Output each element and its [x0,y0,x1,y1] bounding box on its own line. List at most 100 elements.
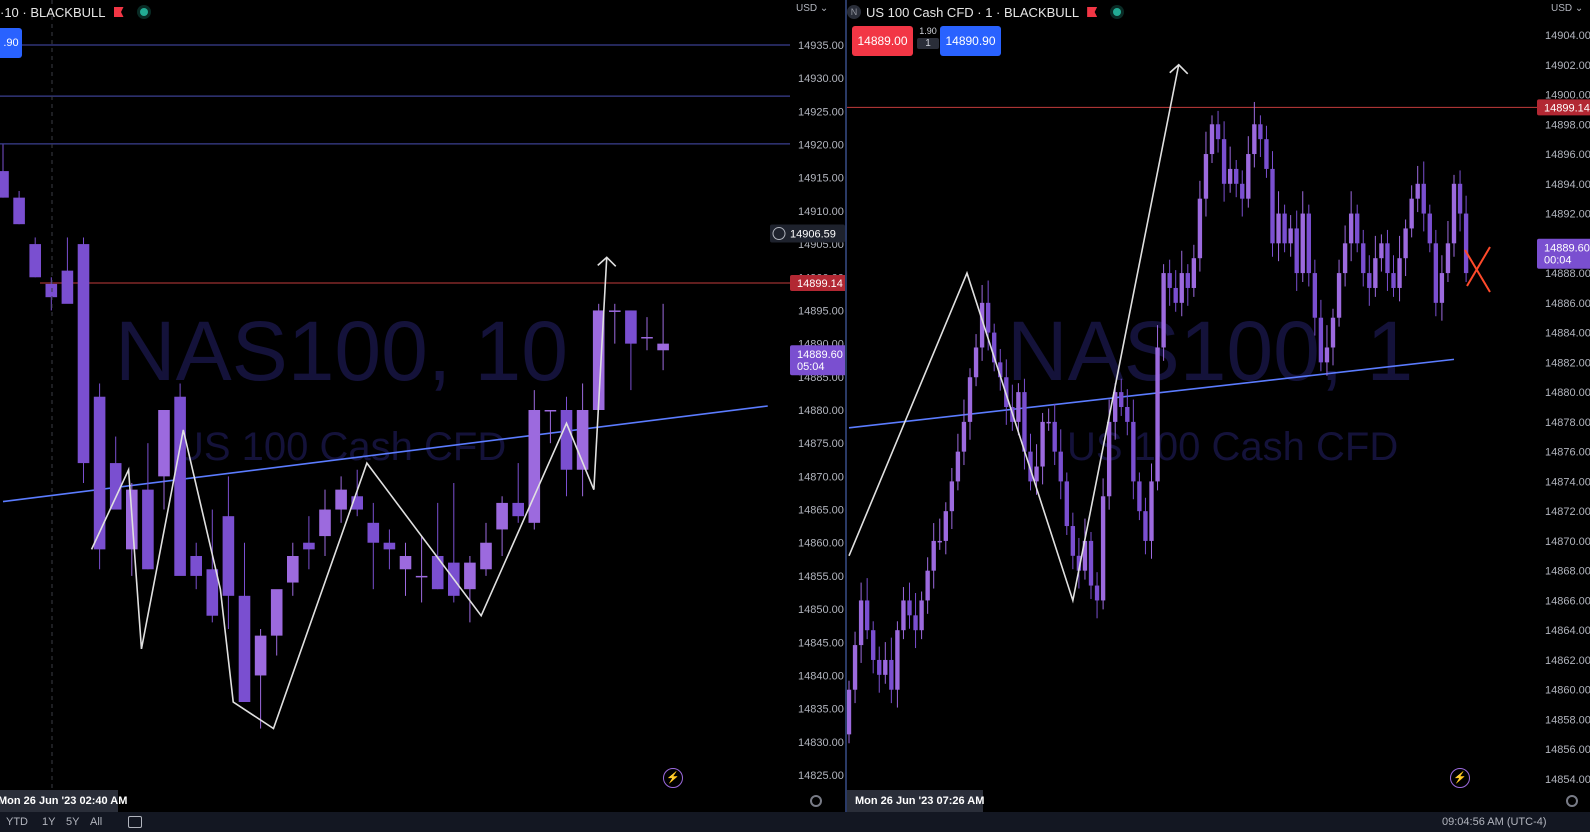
y-tick-label: 14866.00 [1545,595,1590,607]
range-ytd[interactable]: YTD [6,816,28,828]
clock-display[interactable]: 09:04:56 AM (UTC-4) [1442,816,1547,828]
candle-body [1046,421,1051,424]
y-tick-label: 14884.00 [1545,328,1590,340]
y-tick-label: 14894.00 [1545,179,1590,191]
y-tick-label: 14898.00 [1545,119,1590,131]
candle-body [109,463,122,510]
candle-body [319,509,331,537]
candle-body [1088,540,1094,586]
candle-body [77,244,90,464]
sell-button[interactable]: 14889.00 [852,26,913,56]
candle-body [858,600,864,646]
candle-body [1149,481,1154,541]
chart-right-svg[interactable]: NAS100, 1 US 100 Cash CFD 14904.00 14902.00… [847,0,1590,812]
right-lightning-icon[interactable]: ⚡ [1450,768,1470,788]
calendar-icon[interactable] [128,816,142,828]
candle-body [1040,421,1045,467]
candle-body [158,410,170,477]
red-line-price-label: 14899.14 [797,278,843,290]
candle-body [1022,392,1027,452]
left-time-crosshair-text: Mon 26 Jun '23 02:40 AM [0,795,128,807]
right-settings-gear-icon[interactable] [1566,795,1578,807]
left-chart-title: ·10 · BLACKBULL [0,4,106,20]
flag-icon[interactable] [1087,7,1098,17]
candle-body [641,337,653,339]
symbol-logo-icon: N [847,5,861,19]
right-currency-selector[interactable]: USD ⌄ [1551,3,1583,14]
candle-body [1409,198,1414,229]
watermark-name: US 100 Cash CFD [175,425,506,469]
candle-body [1258,124,1263,140]
candle-body [1264,139,1269,169]
y-tick-label: 14876.00 [1545,447,1590,459]
candle-body [1119,392,1124,407]
candle-body [895,630,900,690]
watermark-symbol: NAS100, 1 [1007,304,1413,398]
left-lightning-icon[interactable]: ⚡ [663,768,683,788]
chart-pane-left[interactable]: NAS100, 10 US 100 Cash CFD 14935.00 14930.0… [0,0,845,812]
candle-body [480,542,492,570]
candle-body [943,511,948,541]
candle-body [1240,183,1245,199]
y-tick-label: 14886.00 [1545,298,1590,310]
candle-body [852,645,858,690]
quantity-value[interactable]: 1 [917,38,939,49]
candle-body [1094,585,1100,601]
y-tick-label: 14868.00 [1545,566,1590,578]
right-time-crosshair-text: Mon 26 Jun '23 07:26 AM [855,795,985,807]
y-tick-label: 14830.00 [798,737,844,749]
candle-body [1234,168,1239,184]
candle-body [1203,154,1209,199]
candle-body [1221,139,1227,184]
y-tick-label: 14920.00 [798,140,844,152]
candle-body [1197,198,1203,259]
candle-body [1457,183,1463,214]
candle-body [1052,421,1057,452]
last-price-label: 14889.60 [1544,243,1590,255]
range-5y[interactable]: 5Y [66,816,79,828]
candle-body [1397,258,1402,288]
candle-body [1270,168,1275,244]
candle-body [1415,183,1420,199]
candle-body [1191,258,1197,288]
y-tick-label: 14865.00 [798,505,844,517]
candle-body [985,302,991,333]
candle-body [1403,228,1408,259]
left-currency-selector[interactable]: USD ⌄ [796,3,828,14]
candle-body [883,659,888,675]
candle-body [1342,243,1348,274]
candle-body [464,562,476,590]
candle-body [1318,317,1324,363]
candle-body [415,575,428,578]
y-tick-label: 14882.00 [1545,357,1590,369]
candle-body [864,600,870,631]
y-tick-label: 14870.00 [798,471,844,483]
chart-left-svg[interactable]: NAS100, 10 US 100 Cash CFD 14935.00 14930.0… [0,0,845,812]
candle-body [1294,228,1299,274]
candle-body [1385,243,1390,274]
y-tick-label: 14896.00 [1545,149,1590,161]
candle-body [877,659,882,675]
chart-pane-right[interactable]: NAS100, 1 US 100 Cash CFD 14904.00 14902.00… [847,0,1590,812]
left-settings-gear-icon[interactable] [810,795,822,807]
candle-body [61,270,74,304]
candle-body [1173,287,1178,303]
y-tick-label: 14915.00 [798,173,844,185]
candle-body [1064,481,1069,527]
candle-body [174,396,186,576]
candle-body [1070,526,1076,556]
candle-body [1306,213,1311,274]
candle-body [949,481,955,512]
candle-body [657,343,669,351]
range-all[interactable]: All [90,816,102,828]
range-1y[interactable]: 1Y [42,816,55,828]
candle-body [0,171,9,198]
flag-icon[interactable] [113,7,124,17]
candle-body [1125,407,1130,422]
candle-body [1312,273,1318,318]
candle-body [1373,258,1378,288]
sell-price: 14889.00 [857,34,908,48]
buy-button[interactable]: 14890.90 [940,26,1001,56]
cross-mark-stroke-1 [1464,249,1491,293]
left-buy-button[interactable]: .90 [0,28,22,58]
